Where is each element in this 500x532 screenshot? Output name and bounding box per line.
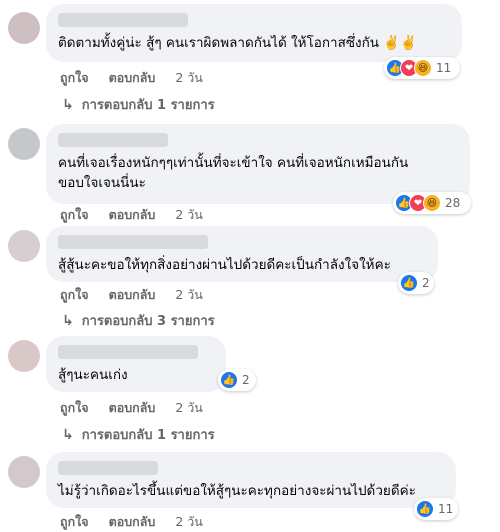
comment-bubble: ติดตามทั้งคู่น่ะ สู้ๆ คนเราผิดพลาดกันได้…	[46, 4, 462, 62]
commenter-name[interactable]	[58, 13, 188, 27]
view-replies-link[interactable]: ↳ การตอบกลับ 1 รายการ	[62, 94, 215, 115]
like-reaction-icon: 👍	[220, 371, 238, 389]
replies-count-label: การตอบกลับ 3 รายการ	[81, 314, 215, 329]
commenter-name[interactable]	[58, 133, 168, 147]
comment-actions: ถูกใจ ตอบกลับ 2 วัน	[60, 512, 203, 532]
commenter-name[interactable]	[58, 345, 198, 359]
haha-reaction-icon: 😆	[423, 194, 441, 212]
reaction-count: 28	[445, 196, 461, 210]
reply-button[interactable]: ตอบกลับ	[109, 205, 156, 225]
reply-button[interactable]: ตอบกลับ	[109, 398, 156, 418]
replies-count-label: การตอบกลับ 1 รายการ	[81, 98, 215, 113]
reaction-count: 11	[436, 61, 452, 75]
reply-arrow-icon: ↳	[62, 426, 74, 443]
reaction-summary[interactable]: 👍 ❤ 😆 11	[384, 57, 460, 79]
reaction-count: 2	[242, 373, 250, 387]
reply-button[interactable]: ตอบกลับ	[109, 512, 156, 532]
reaction-summary[interactable]: 👍 2	[398, 272, 434, 294]
reply-button[interactable]: ตอบกลับ	[109, 68, 156, 88]
timestamp[interactable]: 2 วัน	[175, 205, 203, 225]
timestamp[interactable]: 2 วัน	[175, 398, 203, 418]
comment-actions: ถูกใจ ตอบกลับ 2 วัน	[60, 285, 203, 305]
like-button[interactable]: ถูกใจ	[60, 205, 89, 225]
reaction-summary[interactable]: 👍 2	[218, 369, 256, 391]
like-button[interactable]: ถูกใจ	[60, 398, 89, 418]
comment-actions: ถูกใจ ตอบกลับ 2 วัน	[60, 68, 203, 88]
reaction-summary[interactable]: 👍 ❤ 😆 28	[393, 192, 471, 214]
comment-text: ติดตามทั้งคู่น่ะ สู้ๆ คนเราผิดพลาดกันได้…	[58, 35, 417, 51]
avatar[interactable]	[8, 12, 40, 44]
comment-text: สู้ๆนะคนเก่ง	[58, 367, 128, 383]
avatar[interactable]	[8, 340, 40, 372]
like-reaction-icon: 👍	[416, 500, 434, 518]
comment-actions: ถูกใจ ตอบกลับ 2 วัน	[60, 398, 203, 418]
reaction-summary[interactable]: 👍 11	[414, 498, 458, 520]
commenter-name[interactable]	[58, 235, 208, 249]
like-button[interactable]: ถูกใจ	[60, 512, 89, 532]
replies-count-label: การตอบกลับ 1 รายการ	[81, 428, 215, 443]
comment-text: สู้สู้นะคะขอให้ทุกสิ่งอย่างผ่านไปด้วยดีค…	[58, 257, 391, 273]
like-reaction-icon: 👍	[400, 274, 418, 292]
comment-text: คนที่เจอเรื่องหนักๆๆเท่านั้นที่จะเข้าใจ …	[58, 155, 409, 191]
haha-reaction-icon: 😆	[414, 59, 432, 77]
commenter-name[interactable]	[58, 461, 158, 475]
comment-bubble: ไม่รู้ว่าเกิดอะไรขึ้นแต่ขอให้สู้ๆนะคะทุก…	[46, 452, 456, 508]
like-button[interactable]: ถูกใจ	[60, 285, 89, 305]
comment-bubble: สู้ๆนะคนเก่ง	[46, 336, 226, 392]
view-replies-link[interactable]: ↳ การตอบกลับ 1 รายการ	[62, 424, 215, 445]
avatar[interactable]	[8, 456, 40, 488]
reply-arrow-icon: ↳	[62, 312, 74, 329]
view-replies-link[interactable]: ↳ การตอบกลับ 3 รายการ	[62, 310, 215, 331]
timestamp[interactable]: 2 วัน	[175, 68, 203, 88]
avatar[interactable]	[8, 230, 40, 262]
reaction-count: 2	[422, 276, 430, 290]
reply-button[interactable]: ตอบกลับ	[109, 285, 156, 305]
timestamp[interactable]: 2 วัน	[175, 285, 203, 305]
comment-bubble: สู้สู้นะคะขอให้ทุกสิ่งอย่างผ่านไปด้วยดีค…	[46, 226, 438, 282]
reaction-count: 11	[438, 502, 454, 516]
like-button[interactable]: ถูกใจ	[60, 68, 89, 88]
avatar[interactable]	[8, 128, 40, 160]
comment-actions: ถูกใจ ตอบกลับ 2 วัน	[60, 205, 203, 225]
comment-text: ไม่รู้ว่าเกิดอะไรขึ้นแต่ขอให้สู้ๆนะคะทุก…	[58, 483, 416, 499]
reply-arrow-icon: ↳	[62, 96, 74, 113]
timestamp[interactable]: 2 วัน	[175, 512, 203, 532]
